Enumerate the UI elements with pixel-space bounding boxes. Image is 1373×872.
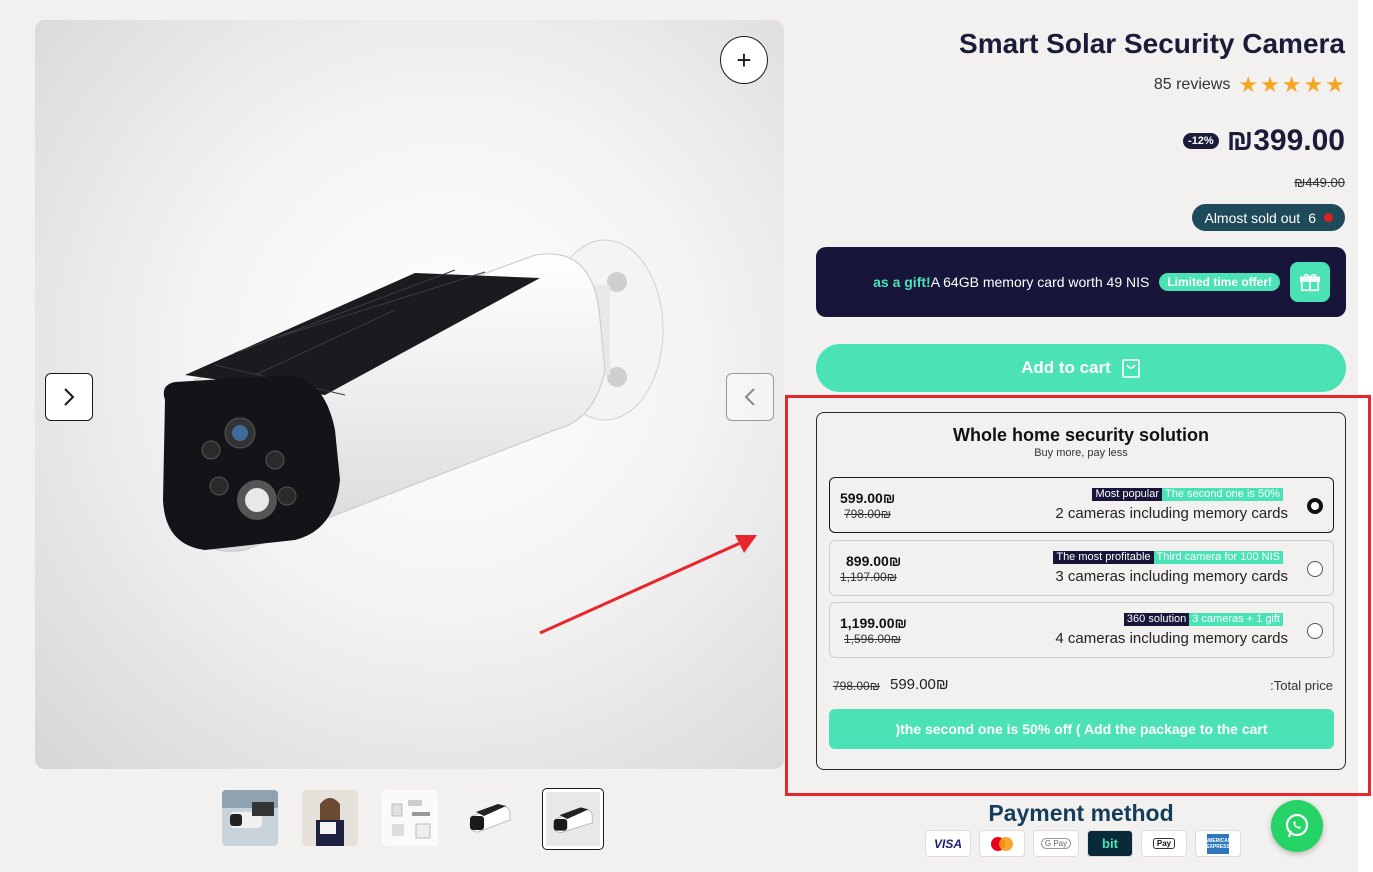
option-radio[interactable] <box>1307 561 1323 577</box>
discount-badge: -12% <box>1183 133 1219 149</box>
option-tag-dark: The most profitable <box>1053 551 1154 564</box>
payment-method-title: Payment method <box>988 800 1174 826</box>
previous-image-button[interactable] <box>726 373 774 421</box>
option-tag-dark: Most popular <box>1092 488 1163 501</box>
option-tags: 360 solution 3 cameras + 1 gift <box>1123 613 1283 626</box>
star-icon: ★ <box>1238 72 1259 97</box>
original-price: ₪449.00 <box>1294 175 1345 190</box>
star-icon: ★ <box>1260 72 1280 97</box>
stock-count: 6 <box>1308 209 1316 226</box>
gift-description: A 64GB memory card worth 49 NIS <box>930 274 1150 290</box>
option-old-price: 798.00₪ <box>844 507 891 521</box>
next-image-button[interactable] <box>45 373 93 421</box>
product-title: Smart Solar Security Camera <box>959 28 1345 59</box>
bundle-option-4-cameras[interactable]: 1,199.00₪ 1,596.00₪ 360 solution 3 camer… <box>829 602 1334 658</box>
limited-offer-pill: Limited time offer! <box>1159 273 1280 291</box>
option-tag-dark: 360 solution <box>1123 613 1190 626</box>
thumbnail-2[interactable] <box>302 790 358 846</box>
bundle-offer-box: Whole home security solution Buy more, p… <box>816 412 1346 770</box>
add-to-cart-button[interactable]: Add to cart <box>816 344 1346 392</box>
star-icon: ★ <box>1325 72 1345 97</box>
current-price: ₪399.00 <box>1226 124 1345 157</box>
option-price: 1,199.00₪ <box>840 615 907 631</box>
payment-methods-row: VISA G Pay bit Pay AMERICAN EXPRESS <box>925 830 1241 857</box>
reviews-row[interactable]: 85 reviews ★ ★ ★ ★ ★ <box>1154 74 1345 96</box>
star-icon: ★ <box>1303 72 1324 97</box>
chevron-left-icon <box>744 388 755 406</box>
star-icon: ★ <box>1281 72 1302 97</box>
camera-product-image <box>163 239 757 635</box>
thumbnail-5[interactable] <box>542 788 604 850</box>
option-description: 2 cameras including memory cards <box>1055 505 1288 522</box>
option-old-price: 1,197.00₪ <box>840 570 897 584</box>
plus-icon: + <box>736 44 752 75</box>
option-radio[interactable] <box>1307 623 1323 639</box>
mastercard-icon <box>979 830 1025 857</box>
option-tags: The most profitable Third camera for 100… <box>1053 551 1283 564</box>
status-dot-icon <box>1324 213 1333 222</box>
whatsapp-chat-button[interactable] <box>1271 800 1323 852</box>
thumbnail-strip <box>222 788 604 850</box>
thumbnail-4[interactable] <box>462 790 518 846</box>
option-tag-green: The second one is 50% <box>1162 488 1283 501</box>
apple-pay-icon: Pay <box>1141 830 1187 857</box>
option-old-price: 1,596.00₪ <box>844 632 901 646</box>
thumbnail-3[interactable] <box>382 790 438 846</box>
whatsapp-icon <box>1285 813 1309 838</box>
option-price: 899.00₪ <box>846 553 902 569</box>
option-description: 3 cameras including memory cards <box>1055 568 1288 585</box>
gift-icon <box>1290 262 1330 302</box>
thumbnail-1[interactable] <box>222 790 278 846</box>
visa-icon: VISA <box>925 830 971 857</box>
add-package-button[interactable]: )the second one is 50% off ( Add the pac… <box>829 709 1334 749</box>
zoom-button[interactable]: + <box>720 36 768 84</box>
star-rating: ★ ★ ★ ★ ★ <box>1238 74 1345 96</box>
google-pay-icon: G Pay <box>1033 830 1079 857</box>
total-price-label: :Total price <box>1270 678 1333 693</box>
option-price: 599.00₪ <box>840 490 896 506</box>
price-row: -12% ₪399.00 <box>1183 124 1345 158</box>
stock-text: Almost sold out <box>1204 209 1301 226</box>
amex-icon: AMERICAN EXPRESS <box>1195 830 1241 857</box>
option-description: 4 cameras including memory cards <box>1055 630 1288 647</box>
bundle-title: Whole home security solution <box>952 425 1210 445</box>
reviews-count[interactable]: 85 reviews <box>1154 76 1230 94</box>
total-new-price: 599.00₪ <box>890 676 949 693</box>
option-tag-green: 3 cameras + 1 gift <box>1189 613 1283 626</box>
product-image-gallery: + <box>35 20 784 769</box>
option-tags: Most popular The second one is 50% <box>1092 488 1283 501</box>
bundle-option-3-cameras[interactable]: 899.00₪ 1,197.00₪ The most profitable Th… <box>829 540 1334 596</box>
bundle-option-2-cameras[interactable]: 599.00₪ 798.00₪ Most popular The second … <box>829 477 1334 533</box>
bit-icon: bit <box>1087 830 1133 857</box>
gift-highlight: as a gift! <box>873 274 931 290</box>
chevron-right-icon <box>64 388 75 406</box>
total-old-price: 798.00₪ <box>833 679 880 693</box>
gift-text: as a gift!A 64GB memory card worth 49 NI… <box>873 274 1149 290</box>
option-radio[interactable] <box>1307 498 1323 514</box>
option-tag-green: Third camera for 100 NIS <box>1153 551 1283 564</box>
gift-promo-banner: as a gift!A 64GB memory card worth 49 NI… <box>816 247 1346 317</box>
shopping-bag-icon <box>1122 359 1140 378</box>
add-to-cart-label: Add to cart <box>1021 358 1111 377</box>
bundle-subtitle: Buy more, pay less <box>1034 447 1128 459</box>
stock-status-badge: Almost sold out 6 <box>1192 204 1345 231</box>
